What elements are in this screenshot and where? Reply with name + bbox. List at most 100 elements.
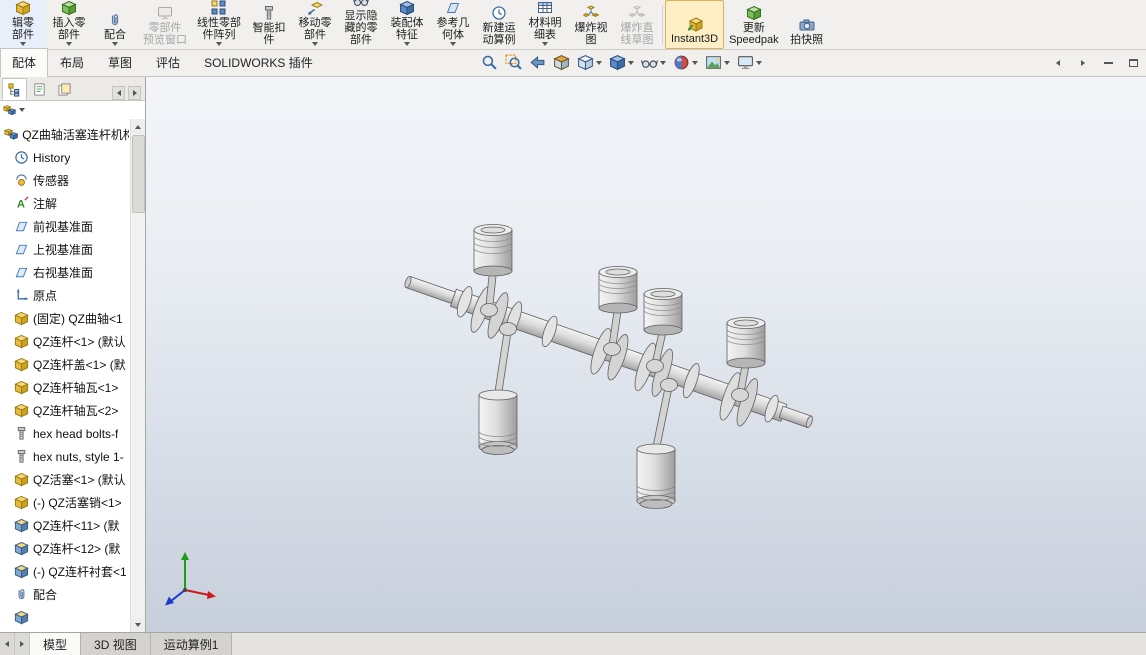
dropdown-arrow-icon[interactable] [450, 42, 456, 46]
scroll-down-icon [135, 623, 141, 627]
tree-item[interactable]: (-) QZ活塞销<1> [0, 491, 129, 514]
hud-edit-appearance[interactable] [670, 52, 701, 73]
tree-item[interactable]: 原点 [0, 284, 129, 307]
dropdown-arrow-icon[interactable] [66, 42, 72, 46]
tree-item[interactable]: QZ曲轴活塞连杆机构 [0, 123, 129, 146]
flyout-arrow-icon[interactable] [19, 108, 25, 112]
scroll-down-button[interactable] [131, 617, 146, 632]
tree-item[interactable]: QZ连杆盖<1> (默 [0, 353, 129, 376]
sheet-tab-scroll-right[interactable] [15, 633, 30, 655]
tree-item[interactable]: hex head bolts-f [0, 422, 129, 445]
tree-item[interactable]: hex nuts, style 1- [0, 445, 129, 468]
hud-display-style[interactable] [606, 52, 637, 73]
insert-component-icon [61, 0, 77, 16]
dropdown-arrow-icon[interactable] [542, 42, 548, 46]
section-view-icon [553, 54, 570, 71]
ribbon-assembly-features[interactable]: 装配体 特征 [384, 0, 430, 49]
dropdown-arrow-icon[interactable] [660, 61, 666, 65]
crankshaft-piston-assembly-model[interactable] [146, 77, 1146, 632]
tree-item[interactable]: 传感器 [0, 169, 129, 192]
sheet-tab-scroll-left[interactable] [0, 633, 15, 655]
tree-item[interactable]: QZ活塞<1> (默认 [0, 468, 129, 491]
hud-section-view[interactable] [550, 52, 573, 73]
hud-previous-view[interactable] [526, 52, 549, 73]
tree-item[interactable]: (固定) QZ曲轴<1 [0, 307, 129, 330]
viewport[interactable] [146, 77, 1146, 632]
ribbon-component-preview-window[interactable]: 零部件 预览窗口 [138, 0, 192, 49]
ribbon-insert-components[interactable]: 插入零 部件 [46, 0, 92, 49]
ribbon-update-speedpak[interactable]: 更新 Speedpak [724, 0, 784, 49]
dropdown-arrow-icon[interactable] [112, 42, 118, 46]
plane-icon [14, 265, 29, 280]
panel-tab-property-manager[interactable] [27, 78, 52, 100]
dropdown-arrow-icon[interactable] [756, 61, 762, 65]
dropdown-arrow-icon[interactable] [724, 61, 730, 65]
hud-hide-show-items[interactable] [638, 52, 669, 73]
ribbon-smart-fasteners[interactable]: 智能扣 件 [246, 0, 292, 49]
panel-tab-feature-manager-design-tree[interactable] [2, 78, 27, 100]
tree-item[interactable]: QZ连杆轴瓦<1> [0, 376, 129, 399]
tree-item[interactable]: QZ连杆<12> (默 [0, 537, 129, 560]
tree-item-label: 原点 [33, 287, 57, 304]
tree-item[interactable]: (-) QZ连杆衬套<1 [0, 560, 129, 583]
tree-scrollbar[interactable] [130, 119, 145, 632]
zoom-area-icon [505, 54, 522, 71]
scrollbar-thumb[interactable] [132, 135, 145, 213]
command-tab-sketch[interactable]: 草图 [96, 48, 144, 76]
tree-item[interactable]: QZ连杆<1> (默认 [0, 330, 129, 353]
panel-tab-configuration-manager[interactable] [52, 78, 77, 100]
panel-tab-back-button[interactable] [112, 86, 125, 100]
ribbon-new-motion-study[interactable]: 新建运 动算例 [476, 0, 522, 49]
ribbon-exploded-view[interactable]: 爆炸视 图 [568, 0, 614, 49]
apply-scene-icon [705, 54, 722, 71]
scroll-up-button[interactable] [131, 119, 146, 134]
ribbon-instant3d[interactable]: Instant3D [665, 0, 724, 49]
part-blue-icon [14, 564, 29, 579]
ribbon-edit-component[interactable]: 辑零 部件 [0, 0, 46, 49]
part-blue-icon [14, 610, 29, 625]
hud-apply-scene[interactable] [702, 52, 733, 73]
bottom-tab-model[interactable]: 模型 [30, 633, 81, 655]
ribbon-explode-line-sketch[interactable]: 爆炸直 线草图 [614, 0, 660, 49]
command-tab-layout[interactable]: 布局 [48, 48, 96, 76]
dropdown-arrow-icon[interactable] [596, 61, 602, 65]
tree-item[interactable]: QZ连杆轴瓦<2> [0, 399, 129, 422]
tree-item[interactable]: History [0, 146, 129, 169]
dropdown-arrow-icon[interactable] [312, 42, 318, 46]
command-tab-evaluate[interactable]: 评估 [144, 48, 192, 76]
dropdown-arrow-icon[interactable] [404, 42, 410, 46]
ribbon-show-hidden-components[interactable]: 显示隐 藏的零 部件 [338, 0, 384, 49]
tree-item[interactable]: QZ连杆<11> (默 [0, 514, 129, 537]
ribbon-bill-of-materials[interactable]: 材料明 细表 [522, 0, 568, 49]
ribbon-linear-component-pattern[interactable]: 线性零部 件阵列 [192, 0, 246, 49]
ribbon-button-label: 显示隐 藏的零 部件 [345, 10, 378, 46]
forward-icon [133, 90, 137, 96]
hud-view-settings[interactable] [734, 52, 765, 73]
window-restore-button[interactable] [1124, 55, 1142, 70]
window-pane-next-button[interactable] [1074, 55, 1092, 70]
hud-zoom-to-area[interactable] [502, 52, 525, 73]
tree-item[interactable]: A注解 [0, 192, 129, 215]
dropdown-arrow-icon[interactable] [628, 61, 634, 65]
dropdown-arrow-icon[interactable] [692, 61, 698, 65]
ribbon-take-snapshot[interactable]: 拍快照 [784, 0, 830, 49]
tree-item[interactable]: 配合 [0, 583, 129, 606]
ribbon-reference-geometry[interactable]: 参考几 何体 [430, 0, 476, 49]
tree-item[interactable]: 前视基准面 [0, 215, 129, 238]
dropdown-arrow-icon[interactable] [216, 42, 222, 46]
tree-item[interactable]: 右视基准面 [0, 261, 129, 284]
hud-zoom-to-fit[interactable] [478, 52, 501, 73]
command-tab-solidworks-addins[interactable]: SOLIDWORKS 插件 [192, 48, 325, 76]
panel-tab-forward-button[interactable] [128, 86, 141, 100]
bottom-tab-motion-study-1[interactable]: 运动算例1 [151, 633, 233, 655]
ribbon-mate[interactable]: 配合 [92, 0, 138, 49]
window-minimize-button[interactable] [1099, 55, 1117, 70]
ribbon-move-component[interactable]: 移动零 部件 [292, 0, 338, 49]
bottom-tab-3d-views[interactable]: 3D 视图 [81, 633, 151, 655]
window-pane-previous-button[interactable] [1049, 55, 1067, 70]
hud-view-orientation[interactable] [574, 52, 605, 73]
command-tab-assembly[interactable]: 配体 [0, 48, 48, 77]
tree-item[interactable]: 上视基准面 [0, 238, 129, 261]
tree-item[interactable] [0, 606, 129, 629]
dropdown-arrow-icon[interactable] [20, 42, 26, 46]
